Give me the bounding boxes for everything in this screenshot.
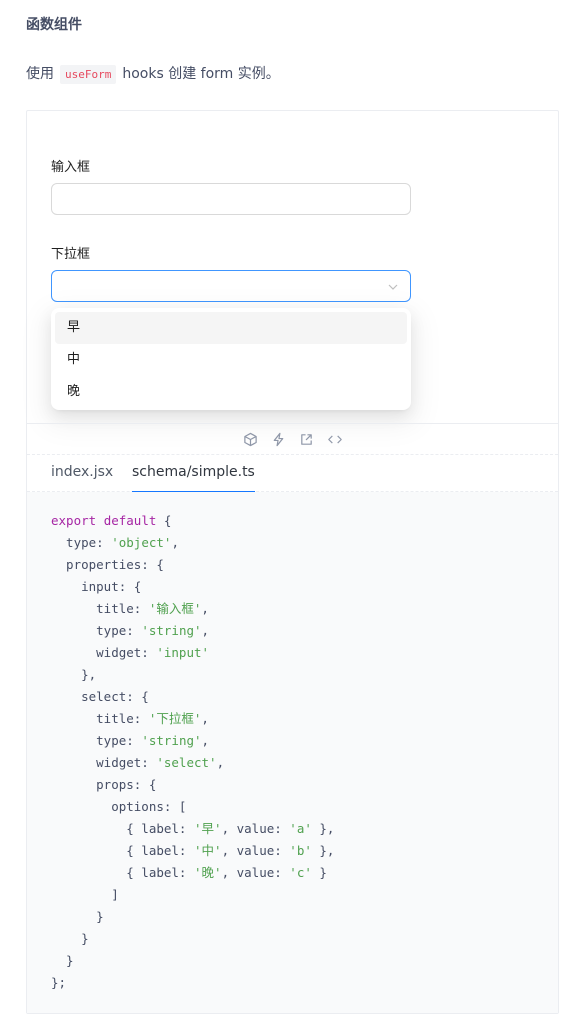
tab-index-jsx[interactable]: index.jsx (51, 464, 113, 491)
code-line: select: { (51, 686, 558, 708)
section-title: 函数组件 (26, 17, 82, 33)
code-token: props: { (51, 777, 157, 792)
code-token: { label: (51, 821, 194, 836)
code-token: '输入框' (148, 601, 202, 616)
code-token: 'string' (141, 733, 202, 748)
code-line: title: '下拉框', (51, 708, 558, 730)
code-tabs: index.jsx schema/simple.ts (27, 455, 558, 492)
code-token: select: { (51, 689, 149, 704)
code-line: input: { (51, 576, 558, 598)
code-line: props: { (51, 774, 558, 796)
stackblitz-icon[interactable] (271, 431, 287, 447)
code-line: } (51, 928, 558, 950)
code-token: { label: (51, 843, 194, 858)
code-token: { (156, 513, 172, 528)
codesandbox-icon[interactable] (243, 431, 259, 447)
code-token: 'a' (289, 821, 312, 836)
open-external-icon[interactable] (299, 431, 315, 447)
code-token: input: { (51, 579, 142, 594)
tab-schema-simple-ts[interactable]: schema/simple.ts (132, 464, 255, 492)
code-content: export default { type: 'object', propert… (51, 510, 558, 994)
code-token: } (51, 953, 74, 968)
code-token: , (201, 623, 210, 638)
text-input[interactable] (51, 183, 411, 215)
code-token: , (171, 535, 179, 550)
code-line: widget: 'select', (51, 752, 558, 774)
code-token: widget: (51, 755, 157, 770)
code-icon[interactable] (327, 431, 343, 447)
code-token: , value: (221, 821, 290, 836)
demo-container: 输入框 下拉框 早 中 晚 index.jsx schema/simple.ts (26, 110, 559, 1014)
code-line: type: 'object', (51, 532, 558, 554)
code-token: type: (51, 535, 112, 550)
code-token: 'c' (289, 865, 312, 880)
code-token: '中' (194, 843, 222, 858)
code-token: ] (51, 887, 119, 902)
code-line: ] (51, 884, 558, 906)
code-token: } (311, 865, 327, 880)
code-token: export (51, 513, 97, 528)
select-input[interactable] (51, 270, 411, 302)
select-option[interactable]: 晚 (55, 376, 407, 408)
code-token: '早' (194, 821, 222, 836)
chevron-down-icon (388, 284, 398, 290)
code-token: 'string' (141, 623, 202, 638)
code-line: } (51, 950, 558, 972)
code-token: }, (311, 843, 335, 858)
code-line: type: 'string', (51, 730, 558, 752)
code-token: '晚' (194, 865, 222, 880)
code-line: { label: '中', value: 'b' }, (51, 840, 558, 862)
code-line: options: [ (51, 796, 558, 818)
code-token: '下拉框' (148, 711, 202, 726)
code-token: }, (311, 821, 335, 836)
description-suffix: hooks 创建 form 实例。 (122, 66, 280, 82)
code-line: { label: '早', value: 'a' }, (51, 818, 558, 840)
code-token: , value: (221, 843, 290, 858)
code-token: options: [ (51, 799, 187, 814)
description: 使用 useForm hooks 创建 form 实例。 (26, 63, 280, 86)
code-line: }; (51, 972, 558, 994)
code-line: widget: 'input' (51, 642, 558, 664)
code-token: title: (51, 711, 149, 726)
code-token: , value: (221, 865, 290, 880)
code-token: }, (51, 667, 97, 682)
code-token: }; (51, 975, 67, 990)
select-option[interactable]: 早 (55, 312, 407, 344)
code-token: type: (51, 733, 142, 748)
input-field-label: 输入框 (51, 160, 91, 175)
code-token: 'object' (111, 535, 172, 550)
code-token: { label: (51, 865, 194, 880)
code-token: properties: { (51, 557, 164, 572)
code-line: } (51, 906, 558, 928)
code-line: type: 'string', (51, 620, 558, 642)
code-token: widget: (51, 645, 157, 660)
code-token: , (201, 601, 209, 616)
demo-preview: 输入框 下拉框 早 中 晚 (27, 111, 558, 423)
code-line: }, (51, 664, 558, 686)
code-block: export default { type: 'object', propert… (27, 492, 558, 1013)
code-line: export default { (51, 510, 558, 532)
code-token: 'input' (156, 645, 210, 660)
code-token: , (201, 733, 210, 748)
code-token: 'select' (156, 755, 217, 770)
inline-code: useForm (60, 65, 117, 84)
code-line: properties: { (51, 554, 558, 576)
code-line: title: '输入框', (51, 598, 558, 620)
demo-actions (27, 423, 558, 455)
description-prefix: 使用 (26, 66, 54, 82)
code-token: 'b' (289, 843, 312, 858)
code-token: , (216, 755, 225, 770)
code-token: , (201, 711, 209, 726)
code-token: } (51, 909, 104, 924)
code-token: default (103, 513, 157, 528)
select-option[interactable]: 中 (55, 344, 407, 376)
code-token: type: (51, 623, 142, 638)
code-token: title: (51, 601, 149, 616)
select-field-label: 下拉框 (51, 247, 91, 262)
code-token: } (51, 931, 89, 946)
select-dropdown: 早 中 晚 (51, 308, 411, 410)
code-line: { label: '晚', value: 'c' } (51, 862, 558, 884)
